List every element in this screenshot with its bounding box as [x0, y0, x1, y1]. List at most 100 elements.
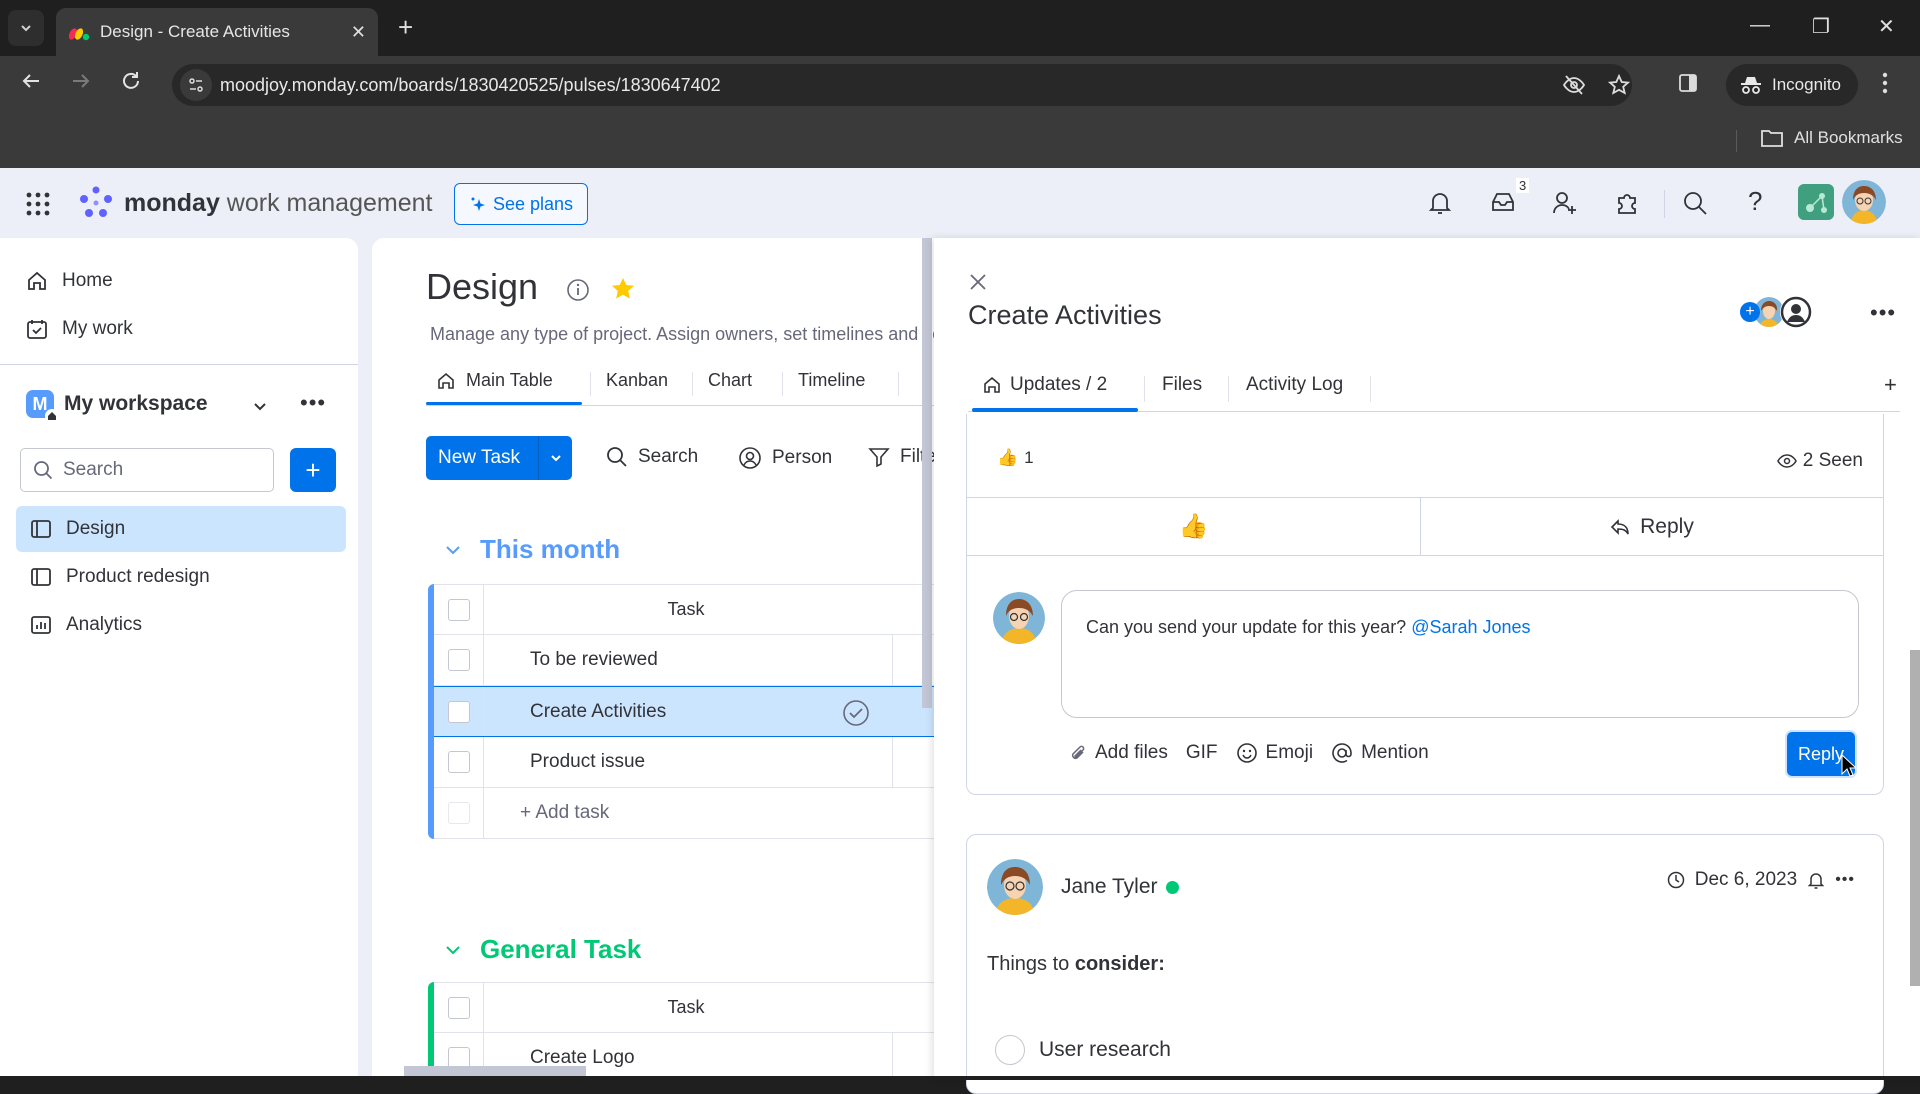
- sidebar-item-analytics[interactable]: Analytics: [16, 602, 346, 648]
- incognito-badge[interactable]: Incognito: [1726, 64, 1858, 106]
- search-board-button[interactable]: Search: [606, 446, 698, 468]
- mention-button[interactable]: Mention: [1331, 742, 1429, 764]
- table-row-selected[interactable]: Create Activities: [434, 686, 934, 737]
- add-subscriber-icon[interactable]: +: [1740, 302, 1760, 322]
- seen-count[interactable]: 2 Seen: [1776, 450, 1863, 472]
- add-task-input[interactable]: + Add task: [484, 802, 609, 824]
- sidebar-item-product-redesign[interactable]: Product redesign: [16, 554, 346, 600]
- close-panel-icon[interactable]: [968, 272, 988, 297]
- tab-timeline[interactable]: Timeline: [798, 370, 865, 391]
- integrations-puzzle-icon[interactable]: [1614, 190, 1640, 221]
- task-name[interactable]: Product issue: [484, 751, 645, 773]
- add-board-button[interactable]: +: [290, 448, 336, 492]
- sidebar-item-my-work[interactable]: My work: [26, 318, 133, 340]
- chevron-down-icon[interactable]: [444, 541, 462, 559]
- item-more-icon[interactable]: •••: [1870, 300, 1896, 326]
- update-card: 👍 1 2 Seen 👍 Reply Can you send your upd…: [966, 414, 1884, 795]
- checklist-item[interactable]: User research: [995, 1035, 1171, 1065]
- help-icon[interactable]: ?: [1748, 186, 1762, 217]
- column-header-task[interactable]: Task: [484, 997, 888, 1018]
- like-button[interactable]: 👍: [967, 498, 1421, 555]
- sidebar-search-input[interactable]: [63, 459, 253, 481]
- minimize-icon[interactable]: —: [1750, 14, 1770, 37]
- item-title[interactable]: Create Activities: [968, 300, 1162, 331]
- row-checkbox[interactable]: [447, 649, 470, 671]
- task-name[interactable]: To be reviewed: [484, 649, 658, 671]
- user-avatar[interactable]: [1842, 180, 1886, 224]
- search-icon[interactable]: [1682, 190, 1708, 221]
- sidebar-item-home[interactable]: Home: [26, 270, 113, 292]
- new-task-button[interactable]: New Task: [426, 436, 572, 480]
- check-circle-icon[interactable]: [842, 699, 870, 732]
- subscribers[interactable]: +: [1740, 296, 1812, 328]
- sidebar-search[interactable]: [20, 448, 274, 492]
- restore-icon[interactable]: ❐: [1812, 14, 1830, 39]
- reply-textbox[interactable]: Can you send your update for this year? …: [1061, 590, 1859, 718]
- eye-off-icon[interactable]: [1562, 74, 1586, 101]
- side-panel-icon[interactable]: [1678, 73, 1698, 98]
- tab-files[interactable]: Files: [1162, 374, 1202, 396]
- reload-icon[interactable]: [120, 70, 142, 97]
- row-checkbox[interactable]: [447, 751, 470, 773]
- like-count[interactable]: 👍 1: [997, 448, 1034, 468]
- emoji-button[interactable]: Emoji: [1236, 742, 1313, 764]
- browser-menu-icon[interactable]: [1882, 72, 1888, 99]
- see-plans-button[interactable]: See plans: [454, 183, 588, 225]
- new-tab-button[interactable]: +: [398, 14, 413, 40]
- task-name[interactable]: Create Activities: [484, 701, 666, 723]
- back-icon[interactable]: [20, 70, 42, 97]
- panel-vertical-scrollbar[interactable]: [1910, 650, 1920, 986]
- table-row[interactable]: Product issue: [434, 737, 934, 788]
- bell-icon[interactable]: [1807, 870, 1825, 890]
- add-view-button[interactable]: +: [1884, 372, 1897, 398]
- column-header-task[interactable]: Task: [484, 599, 888, 620]
- group-header-this-month[interactable]: This month: [444, 534, 620, 565]
- group-header-general-task[interactable]: General Task: [444, 934, 641, 965]
- sidebar-item-design[interactable]: Design: [16, 506, 346, 552]
- window-close-icon[interactable]: ✕: [1878, 14, 1895, 39]
- workspace-app-icon[interactable]: [1798, 184, 1834, 220]
- post-date[interactable]: Dec 6, 2023: [1695, 869, 1797, 891]
- add-files-button[interactable]: Add files: [1069, 742, 1168, 764]
- chevron-down-icon[interactable]: [444, 941, 462, 959]
- inbox-icon[interactable]: [1490, 190, 1516, 219]
- site-info-icon[interactable]: [180, 69, 212, 101]
- checklist-checkbox[interactable]: [995, 1035, 1025, 1065]
- bookmark-star-icon[interactable]: [1607, 73, 1631, 101]
- workspace-more-icon[interactable]: •••: [300, 390, 326, 416]
- favorite-star-icon[interactable]: [610, 276, 636, 307]
- author-name[interactable]: Jane Tyler: [1061, 875, 1179, 899]
- post-more-icon[interactable]: •••: [1835, 871, 1855, 889]
- table-row[interactable]: To be reviewed: [434, 635, 934, 686]
- reply-button[interactable]: Reply: [1421, 498, 1883, 555]
- board-vertical-scrollbar[interactable]: [922, 238, 932, 708]
- info-icon[interactable]: [566, 278, 590, 307]
- chevron-down-icon[interactable]: [252, 398, 268, 419]
- address-bar[interactable]: moodjoy.monday.com/boards/1830420525/pul…: [172, 64, 1632, 106]
- mention-tag[interactable]: @Sarah Jones: [1411, 617, 1530, 637]
- row-checkbox[interactable]: [447, 700, 470, 723]
- select-all-checkbox[interactable]: [447, 598, 470, 621]
- forward-icon[interactable]: [70, 70, 92, 97]
- workspace-selector[interactable]: M My workspace: [26, 390, 208, 423]
- tab-close-icon[interactable]: ✕: [351, 22, 366, 43]
- url-text[interactable]: moodjoy.monday.com/boards/1830420525/pul…: [220, 75, 721, 96]
- person-filter-button[interactable]: Person: [738, 446, 832, 470]
- tab-updates[interactable]: Updates / 2: [982, 374, 1107, 396]
- invite-members-icon[interactable]: [1552, 190, 1578, 221]
- select-all-checkbox[interactable]: [447, 996, 470, 1019]
- notifications-bell-icon[interactable]: [1428, 190, 1452, 221]
- gif-button[interactable]: GIF: [1186, 742, 1218, 764]
- author-avatar[interactable]: [987, 859, 1043, 915]
- new-task-dropdown[interactable]: [538, 436, 572, 480]
- tab-main-table[interactable]: Main Table: [436, 370, 553, 391]
- tab-search-button[interactable]: [8, 10, 44, 46]
- add-task-row[interactable]: + Add task: [434, 788, 934, 839]
- app-switcher-icon[interactable]: [24, 190, 52, 223]
- monday-logo[interactable]: monday work management: [78, 186, 432, 220]
- tab-kanban[interactable]: Kanban: [606, 370, 668, 391]
- tab-chart[interactable]: Chart: [708, 370, 752, 391]
- all-bookmarks-button[interactable]: All Bookmarks: [1760, 128, 1903, 148]
- browser-tab-active[interactable]: Design - Create Activities ✕: [56, 8, 378, 56]
- tab-activity-log[interactable]: Activity Log: [1246, 374, 1343, 396]
